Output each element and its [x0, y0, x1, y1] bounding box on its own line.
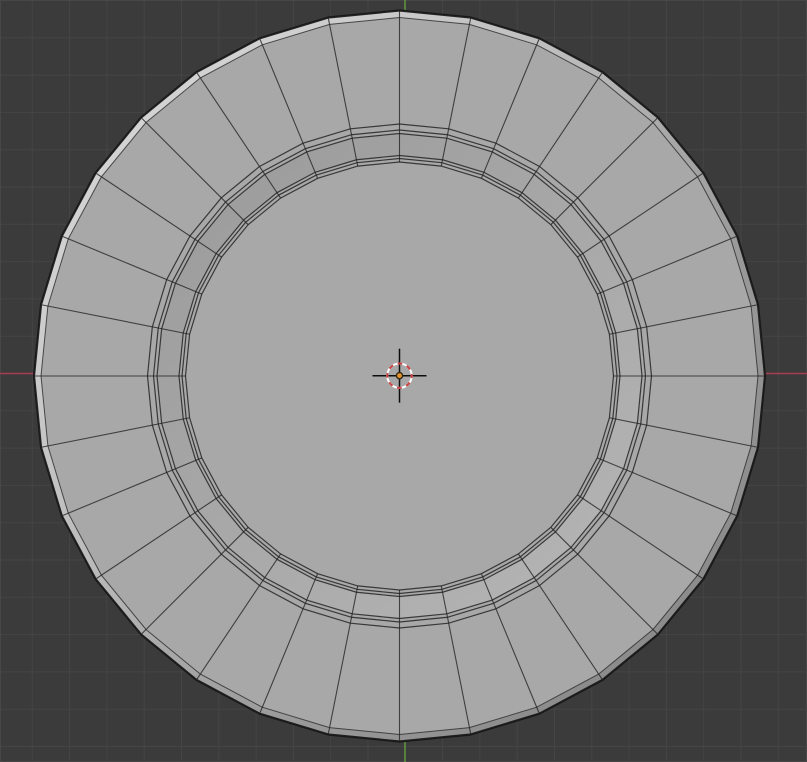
cursor-origin-dot [396, 373, 402, 379]
blender-3d-viewport[interactable] [0, 0, 807, 762]
viewport-canvas[interactable] [0, 0, 807, 762]
